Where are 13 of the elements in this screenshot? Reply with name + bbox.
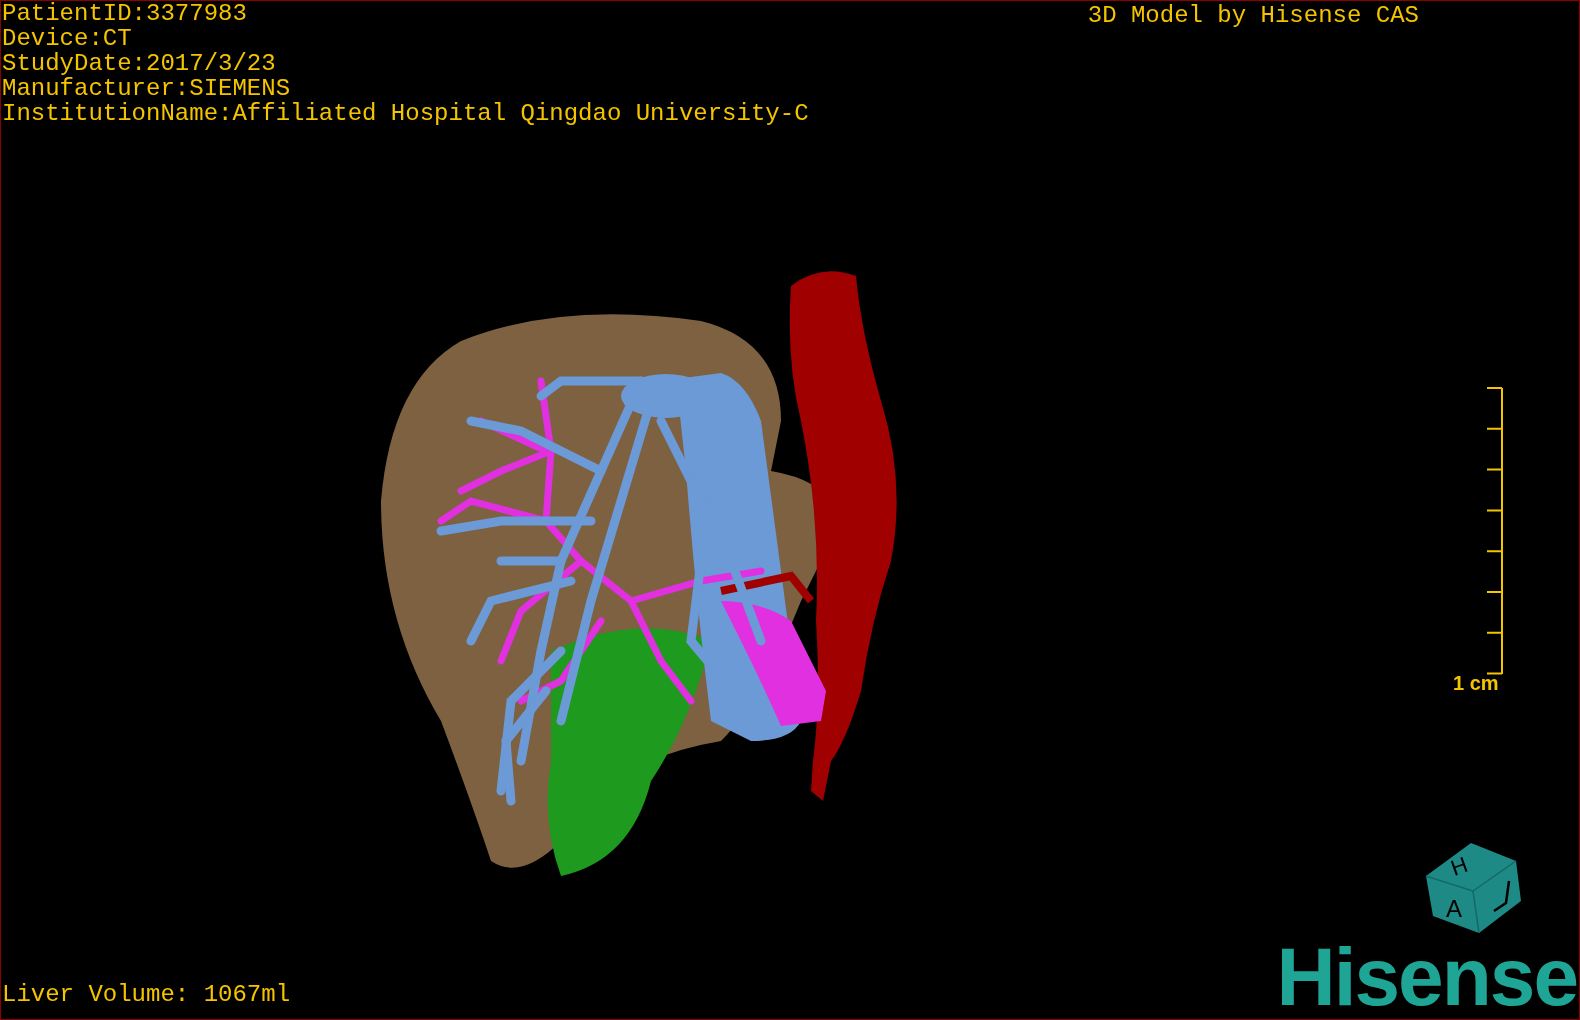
patient-info-line: Manufacturer:SIEMENS [2, 76, 292, 101]
cube-mark-icon [1493, 880, 1511, 913]
model-credit: 3D Model by Hisense CAS [1087, 3, 1419, 28]
brand-logo: Hisense [1276, 937, 1577, 1017]
scale-label: 1 cm [1453, 673, 1499, 693]
patient-info-line: PatientID:3377983 [2, 1, 248, 26]
orientation-cube[interactable] [1426, 843, 1521, 933]
patient-info-line: Device:CT [2, 26, 133, 51]
patient-info-line: StudyDate:2017/3/23 [2, 51, 277, 76]
cube-face-label: A [1446, 895, 1462, 922]
cube-face-label: H [1447, 851, 1471, 881]
liver-volume: Liver Volume: 1067ml [2, 981, 291, 1009]
patient-info-line: InstitutionName:Affiliated Hospital Qingdao University-C [2, 101, 809, 126]
